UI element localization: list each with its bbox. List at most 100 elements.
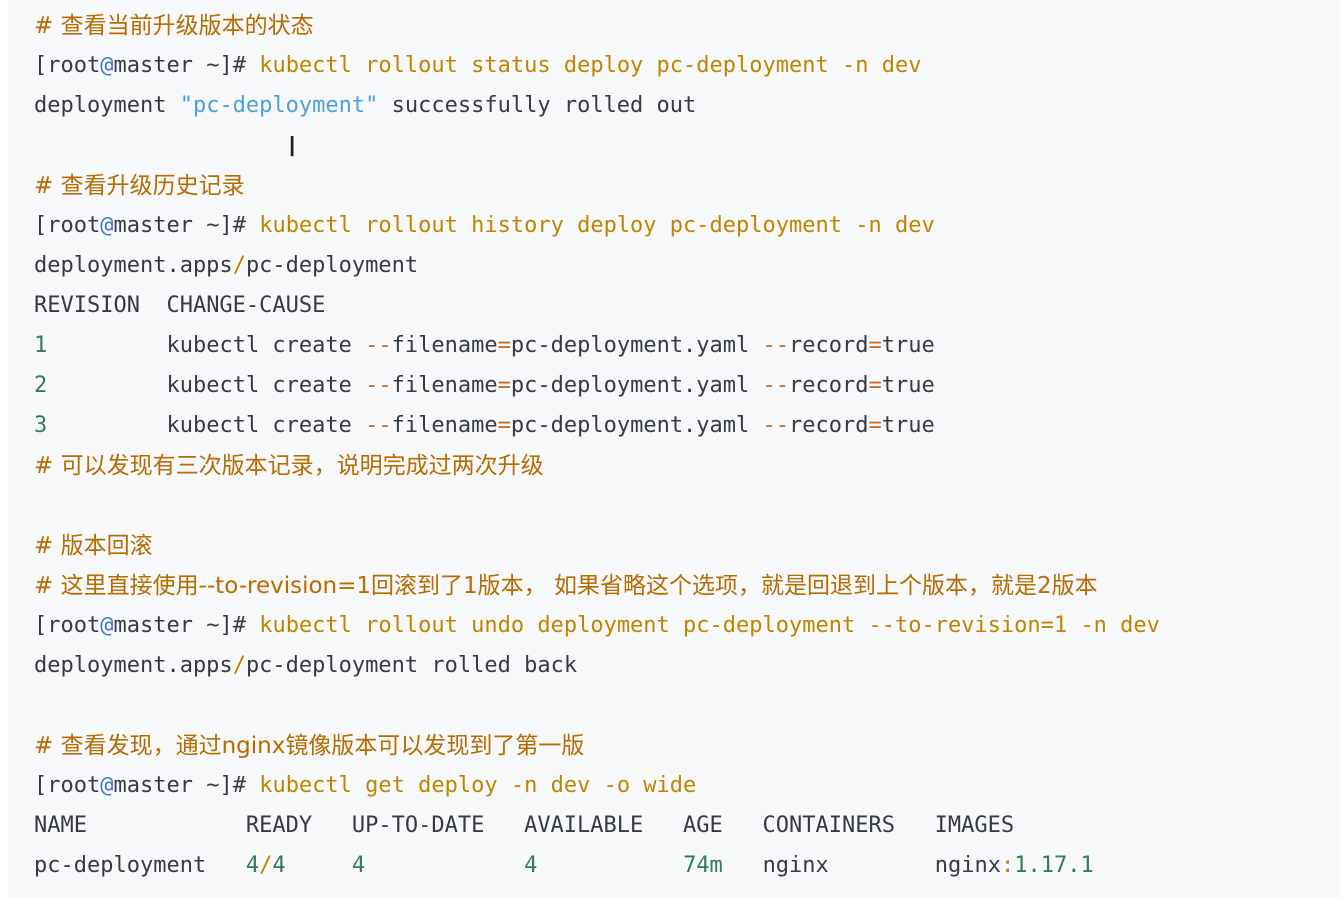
- flag-dash: --: [762, 333, 790, 358]
- revision-number: 3: [34, 413, 48, 438]
- flag-value: true: [881, 413, 935, 438]
- output-text: deployment.apps: [34, 653, 233, 678]
- comment-line: # 版本回滚: [34, 533, 153, 559]
- prompt-close: ~]#: [192, 53, 246, 78]
- flag-equals: =: [497, 413, 511, 438]
- revision-number: 2: [34, 373, 48, 398]
- change-cause-text: kubectl create: [166, 333, 366, 358]
- flag-name: filename: [391, 413, 498, 438]
- change-cause-text: kubectl create: [166, 413, 366, 438]
- flag-dash: --: [762, 413, 790, 438]
- output-text: pc-deployment: [245, 253, 419, 278]
- prompt-user: root: [47, 213, 101, 238]
- prompt-user: root: [47, 53, 101, 78]
- output-text: deployment: [34, 93, 180, 118]
- prompt-at: @: [100, 53, 114, 78]
- flag-value: pc-deployment.yaml: [510, 333, 763, 358]
- flag-value: true: [881, 333, 935, 358]
- output-slash: /: [232, 253, 246, 278]
- command-line: [root@master ~]# kubectl get deploy -n d…: [34, 766, 1340, 806]
- history-row: 2 kubectl create --filename=pc-deploymen…: [34, 366, 1340, 406]
- prompt-close: ~]#: [192, 213, 246, 238]
- output-line: deployment "pc-deployment" successfully …: [34, 86, 1340, 126]
- command-line: [root@master ~]# kubectl rollout status …: [34, 46, 1340, 86]
- header-change-cause: CHANGE-CAUSE: [166, 293, 326, 318]
- prompt-at: @: [100, 213, 114, 238]
- cell-up-to-date: 4: [351, 853, 366, 878]
- command-line: [root@master ~]# kubectl rollout undo de…: [34, 606, 1340, 646]
- prompt-host: master: [113, 773, 193, 798]
- flag-value: pc-deployment.yaml: [510, 413, 763, 438]
- flag-name: filename: [391, 373, 498, 398]
- flag-equals: =: [868, 373, 882, 398]
- cell-ready-slash: /: [259, 853, 273, 878]
- terminal-code-block: # 查看当前升级版本的状态 [root@master ~]# kubectl r…: [8, 0, 1340, 898]
- flag-dash: --: [365, 333, 392, 358]
- prompt-close: ~]#: [192, 773, 246, 798]
- cell-image: nginx: [934, 853, 1001, 878]
- header-revision: REVISION: [34, 293, 167, 318]
- prompt-at: @: [100, 613, 114, 638]
- cell-age: 74m: [683, 853, 723, 878]
- comment-line: # 可以发现有三次版本记录，说明完成过两次升级: [34, 453, 544, 479]
- cell-ready: 4: [272, 853, 286, 878]
- command-line: [root@master ~]# kubectl rollout history…: [34, 206, 1340, 246]
- text-cursor-icon: I: [288, 130, 297, 163]
- output-text: successfully rolled out: [378, 93, 697, 118]
- flag-equals: =: [497, 333, 511, 358]
- change-cause-text: kubectl create: [166, 373, 366, 398]
- flag-name: filename: [391, 333, 498, 358]
- table-row: pc-deployment 4/4 4 4 74m nginx nginx:1.…: [34, 846, 1340, 886]
- flag-name: record: [789, 333, 869, 358]
- comment-line: # 查看升级历史记录: [34, 173, 245, 199]
- output-string: "pc-deployment": [179, 93, 379, 118]
- flag-equals: =: [868, 413, 882, 438]
- history-row: 3 kubectl create --filename=pc-deploymen…: [34, 406, 1340, 446]
- cell-image-colon: :: [1001, 853, 1015, 878]
- cell-available: 4: [524, 853, 538, 878]
- comment-line: # 这里直接使用--to-revision=1回滚到了1版本， 如果省略这个选项…: [34, 573, 1098, 599]
- output-slash: /: [232, 653, 246, 678]
- cell-name: pc-deployment: [34, 853, 246, 878]
- table-header: NAME READY UP-TO-DATE AVAILABLE AGE CONT…: [34, 813, 1015, 838]
- flag-dash: --: [365, 413, 392, 438]
- command-text: kubectl rollout history deploy pc-deploy…: [245, 213, 935, 238]
- prompt-open: [: [34, 773, 48, 798]
- revision-number: 1: [34, 333, 48, 358]
- prompt-open: [: [34, 613, 48, 638]
- command-text: kubectl rollout status deploy pc-deploym…: [245, 53, 922, 78]
- command-text: kubectl rollout undo deployment pc-deplo…: [245, 613, 1160, 638]
- flag-equals: =: [497, 373, 511, 398]
- output-line: deployment.apps/pc-deployment: [34, 246, 1340, 286]
- output-text: deployment.apps: [34, 253, 233, 278]
- prompt-open: [: [34, 213, 48, 238]
- prompt-open: [: [34, 53, 48, 78]
- prompt-host: master: [113, 613, 193, 638]
- prompt-host: master: [113, 213, 193, 238]
- history-header: REVISION CHANGE-CAUSE: [34, 286, 1340, 326]
- prompt-at: @: [100, 773, 114, 798]
- flag-dash: --: [762, 373, 790, 398]
- cell-ready: 4: [245, 853, 260, 878]
- prompt-close: ~]#: [192, 613, 246, 638]
- flag-dash: --: [365, 373, 392, 398]
- flag-value: true: [881, 373, 935, 398]
- prompt-user: root: [47, 613, 101, 638]
- cell-containers: nginx: [762, 853, 829, 878]
- comment-line: # 查看发现，通过nginx镜像版本可以发现到了第一版: [34, 733, 585, 759]
- prompt-host: master: [113, 53, 193, 78]
- command-text: kubectl get deploy -n dev -o wide: [245, 773, 697, 798]
- prompt-user: root: [47, 773, 101, 798]
- output-line: deployment.apps/pc-deployment rolled bac…: [34, 646, 1340, 686]
- flag-name: record: [789, 373, 869, 398]
- output-text: pc-deployment rolled back: [245, 653, 578, 678]
